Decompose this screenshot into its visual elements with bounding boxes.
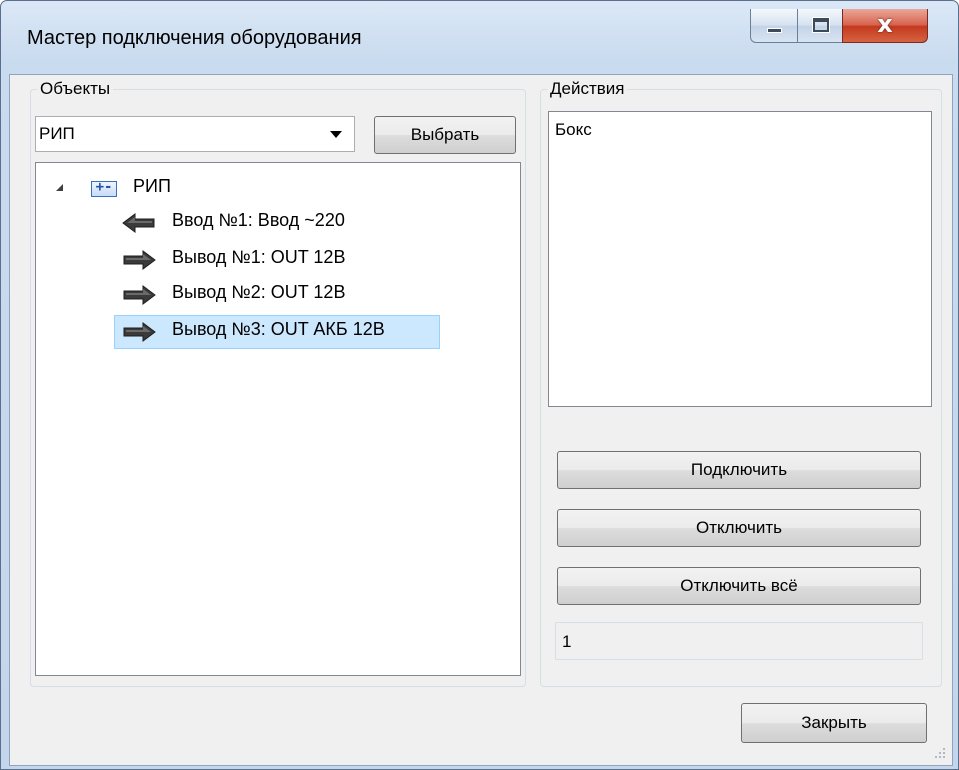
tree-root-node: +- РИП Ввод №1: Ввод ~220 Вывод №1: OUT … [36,163,520,675]
device-group-icon: +- [91,179,117,197]
disconnect-button[interactable]: Отключить [557,509,921,547]
connect-button-label: Подключить [690,460,788,479]
minimize-button[interactable] [750,9,798,43]
tree-item[interactable]: Вывод №1: OUT 12В [114,243,444,277]
actions-listbox[interactable]: Бокс [548,111,932,407]
tree-item-label: Вывод №1: OUT 12В [172,247,346,267]
close-button[interactable]: Закрыть [741,703,927,743]
select-button-label: Выбрать [410,125,480,144]
objects-tree[interactable]: +- РИП Ввод №1: Ввод ~220 Вывод №1: OUT … [35,162,521,676]
tree-item-selected[interactable]: Вывод №3: OUT АКБ 12В [114,315,444,349]
status-value: 1 [562,632,572,651]
tree-item-label: Вывод №3: OUT АКБ 12В [172,319,385,339]
tree-item-label: Ввод №1: Ввод ~220 [172,210,345,230]
tree-item[interactable]: Вывод №2: OUT 12В [114,278,444,312]
objects-group-label: Объекты [37,79,114,99]
dialog-window: Мастер подключения оборудования x Объект… [0,0,959,770]
maximize-button[interactable] [797,9,843,43]
minimize-icon [767,28,782,33]
close-button-label: Закрыть [801,713,867,732]
connect-button[interactable]: Подключить [557,451,921,489]
tree-expander-icon[interactable] [56,184,63,191]
disconnect-button-label: Отключить [696,518,782,537]
arrow-right-icon [123,322,156,342]
close-window-button[interactable]: x [842,9,928,43]
object-combobox[interactable]: РИП [35,116,355,152]
arrow-left-icon [122,213,155,233]
select-button[interactable]: Выбрать [374,116,516,154]
dialog-client-area: Объекты РИП Выбрать +- РИП Ввод №1: Ввод… [9,74,953,766]
window-title: Мастер подключения оборудования [27,27,362,49]
list-item[interactable]: Бокс [555,120,592,140]
caption-buttons: x [750,9,948,47]
title-bar[interactable]: Мастер подключения оборудования x [1,1,958,75]
tree-item-label: Вывод №2: OUT 12В [172,282,346,302]
close-icon: x [877,10,893,38]
tree-root-label[interactable]: РИП [133,176,171,197]
actions-group-label: Действия [547,79,628,99]
arrow-right-icon [123,250,156,270]
object-combobox-value: РИП [39,124,75,143]
status-field: 1 [555,622,923,660]
disconnect-all-button-label: Отключить всё [680,576,798,595]
chevron-down-icon[interactable] [330,131,342,138]
resize-grip-icon[interactable] [934,747,946,759]
disconnect-all-button[interactable]: Отключить всё [557,567,921,605]
arrow-right-icon [123,285,156,305]
tree-item[interactable]: Ввод №1: Ввод ~220 [114,206,444,240]
maximize-icon [813,18,829,32]
